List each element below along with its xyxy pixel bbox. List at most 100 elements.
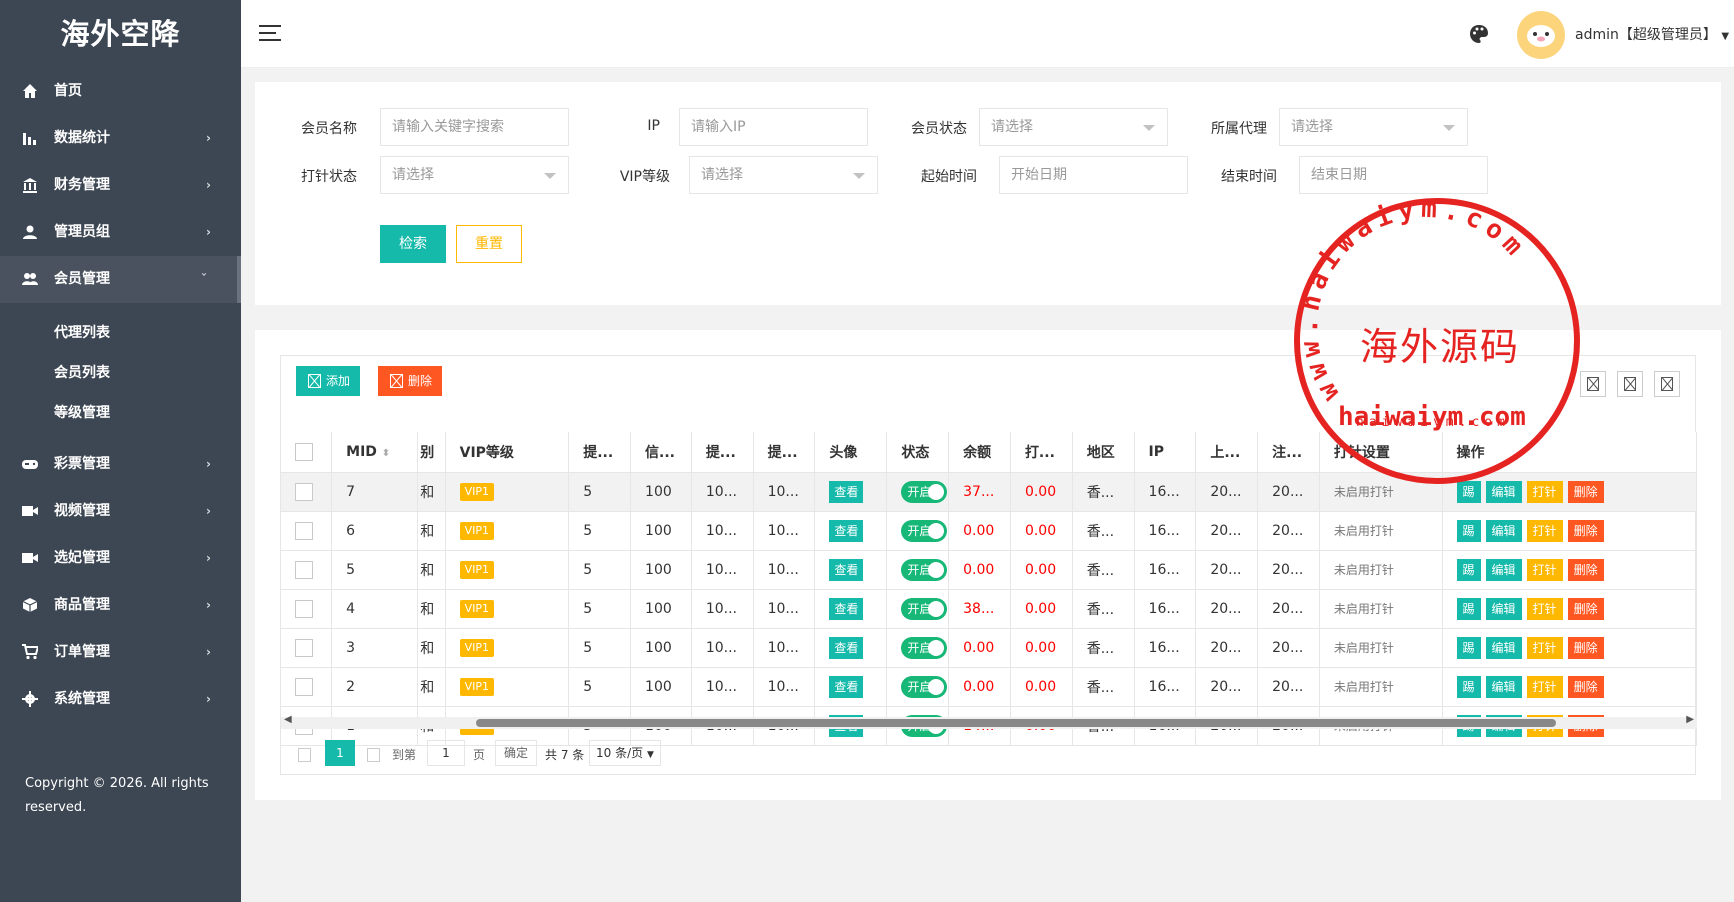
sidebar-item-products[interactable]: 商品管理 › (0, 582, 241, 629)
kick-button[interactable]: 踢 (1456, 519, 1481, 542)
end-date-input[interactable]: 结束日期 (1299, 156, 1488, 194)
search-button[interactable]: 检索 (380, 225, 446, 263)
sidebar-subitem-member-list[interactable]: 会员列表 (0, 353, 241, 393)
row-checkbox[interactable] (295, 677, 313, 696)
ip-input[interactable]: 请输入IP (679, 108, 868, 146)
tip-button[interactable]: 打针 (1526, 558, 1563, 581)
member-status-select[interactable]: 请选择 (979, 108, 1168, 146)
start-date-input[interactable]: 开始日期 (999, 156, 1188, 194)
sidebar-item-stats[interactable]: 数据统计 › (0, 115, 241, 162)
add-button[interactable]: 添加 (296, 366, 361, 396)
tip-button[interactable]: 打针 (1526, 675, 1563, 698)
kick-button[interactable]: 踢 (1456, 480, 1481, 503)
vip-select[interactable]: 请选择 (689, 156, 878, 194)
sidebar-item-lottery[interactable]: 彩票管理 › (0, 441, 241, 488)
edit-button[interactable]: 编辑 (1485, 480, 1522, 503)
row-checkbox[interactable] (295, 482, 313, 501)
delete-row-button[interactable]: 删除 (1567, 519, 1604, 542)
member-name-input[interactable]: 请输入关键字搜索 (380, 108, 569, 146)
delete-row-button[interactable]: 删除 (1567, 480, 1604, 503)
avatar[interactable] (1517, 11, 1565, 59)
status-switch[interactable]: 开启 (901, 597, 948, 620)
sidebar-item-home[interactable]: 首页 (0, 68, 241, 115)
table-row[interactable]: 5 和 VIP1 5 100 10... 10... 查看 开启 0.00 0.00 香... 16..… (281, 550, 1698, 590)
sidebar-item-system[interactable]: 系统管理 › (0, 676, 241, 723)
batch-delete-button[interactable]: 删除 (378, 366, 443, 396)
sidebar-item-video[interactable]: 视频管理 › (0, 488, 241, 535)
delete-row-button[interactable]: 删除 (1567, 636, 1604, 659)
table-row[interactable]: 3 和 VIP1 5 100 10... 10... 查看 开启 0.00 0.00 香... 16..… (281, 628, 1698, 668)
columns-filter-icon[interactable] (1580, 371, 1606, 397)
table-row[interactable]: 2 和 VIP1 5 100 10... 10... 查看 开启 0.00 0.00 香... 16..… (281, 667, 1698, 707)
page-1-button[interactable]: 1 (325, 740, 355, 766)
sidebar-item-concubine[interactable]: 选妃管理 › (0, 535, 241, 582)
sidebar-item-admins[interactable]: 管理员组 › (0, 209, 241, 256)
kick-button[interactable]: 踢 (1456, 636, 1481, 659)
scroll-thumb[interactable] (476, 719, 1556, 727)
tip-button[interactable]: 打针 (1526, 597, 1563, 620)
tip-button[interactable]: 打针 (1526, 519, 1563, 542)
prev-page-icon[interactable] (298, 748, 311, 762)
edit-button[interactable]: 编辑 (1485, 597, 1522, 620)
view-avatar-button[interactable]: 查看 (829, 558, 864, 581)
menu-toggle-icon[interactable] (259, 25, 281, 43)
view-avatar-button[interactable]: 查看 (829, 480, 864, 503)
sidebar-item-finance[interactable]: 财务管理 › (0, 162, 241, 209)
view-avatar-button[interactable]: 查看 (829, 675, 864, 698)
table-row[interactable]: 7 和 VIP1 5 100 10... 10... 查看 开启 37... 0.00 香... 16.… (281, 472, 1698, 512)
status-switch[interactable]: 开启 (901, 636, 948, 659)
select-all-checkbox[interactable] (295, 442, 313, 461)
export-icon[interactable] (1617, 371, 1643, 397)
kick-button[interactable]: 踢 (1456, 675, 1481, 698)
sidebar-item-orders[interactable]: 订单管理 › (0, 629, 241, 676)
status-switch[interactable]: 开启 (901, 519, 948, 542)
row-select[interactable] (281, 667, 333, 707)
print-icon[interactable] (1654, 371, 1680, 397)
view-avatar-button[interactable]: 查看 (829, 519, 864, 542)
goto-page-input[interactable]: 1 (427, 740, 465, 766)
kick-button[interactable]: 踢 (1456, 558, 1481, 581)
scroll-left-icon[interactable]: ◀ (284, 714, 292, 725)
tip-button[interactable]: 打针 (1526, 480, 1563, 503)
row-select[interactable] (281, 589, 333, 629)
table-row[interactable]: 6 和 VIP1 5 100 10... 10... 查看 开启 0.00 0.00 香... 16..… (281, 511, 1698, 551)
per-page-select[interactable]: 10 条/页 ▼ (589, 740, 661, 766)
view-avatar-button[interactable]: 查看 (829, 636, 864, 659)
sidebar-item-members[interactable]: 会员管理 ˇ (0, 256, 241, 303)
status-switch[interactable]: 开启 (901, 558, 948, 581)
row-checkbox[interactable] (295, 638, 313, 657)
row-select[interactable] (281, 628, 333, 668)
row-checkbox[interactable] (295, 599, 313, 618)
kick-button[interactable]: 踢 (1456, 597, 1481, 620)
edit-button[interactable]: 编辑 (1485, 558, 1522, 581)
row-select[interactable] (281, 511, 333, 551)
status-switch[interactable]: 开启 (901, 480, 948, 503)
edit-button[interactable]: 编辑 (1485, 519, 1522, 542)
delete-row-button[interactable]: 删除 (1567, 675, 1604, 698)
palette-icon[interactable] (1469, 24, 1489, 44)
agent-select[interactable]: 请选择 (1279, 108, 1468, 146)
sidebar-subitem-agents[interactable]: 代理列表 (0, 313, 241, 353)
row-checkbox[interactable] (295, 521, 313, 540)
next-page-icon[interactable] (367, 748, 380, 762)
tip-status-select[interactable]: 请选择 (380, 156, 569, 194)
reset-button[interactable]: 重置 (456, 225, 522, 263)
tip-button[interactable]: 打针 (1526, 636, 1563, 659)
scroll-right-icon[interactable]: ▶ (1686, 714, 1694, 725)
status-switch[interactable]: 开启 (901, 675, 948, 698)
edit-button[interactable]: 编辑 (1485, 675, 1522, 698)
row-select[interactable] (281, 472, 333, 512)
select-all[interactable] (281, 432, 333, 473)
sort-icon[interactable]: ⬍ (382, 448, 390, 459)
row-select[interactable] (281, 550, 333, 590)
delete-row-button[interactable]: 删除 (1567, 597, 1604, 620)
goto-confirm-button[interactable]: 确定 (495, 740, 537, 766)
horizontal-scrollbar[interactable]: ◀ ▶ (281, 714, 1697, 729)
user-menu[interactable]: admin【超级管理员】 ▼ (1575, 24, 1729, 44)
view-avatar-button[interactable]: 查看 (829, 597, 864, 620)
row-checkbox[interactable] (295, 560, 313, 579)
col-mid[interactable]: MID ⬍ (331, 432, 419, 473)
sidebar-subitem-levels[interactable]: 等级管理 (0, 393, 241, 433)
delete-row-button[interactable]: 删除 (1567, 558, 1604, 581)
edit-button[interactable]: 编辑 (1485, 636, 1522, 659)
